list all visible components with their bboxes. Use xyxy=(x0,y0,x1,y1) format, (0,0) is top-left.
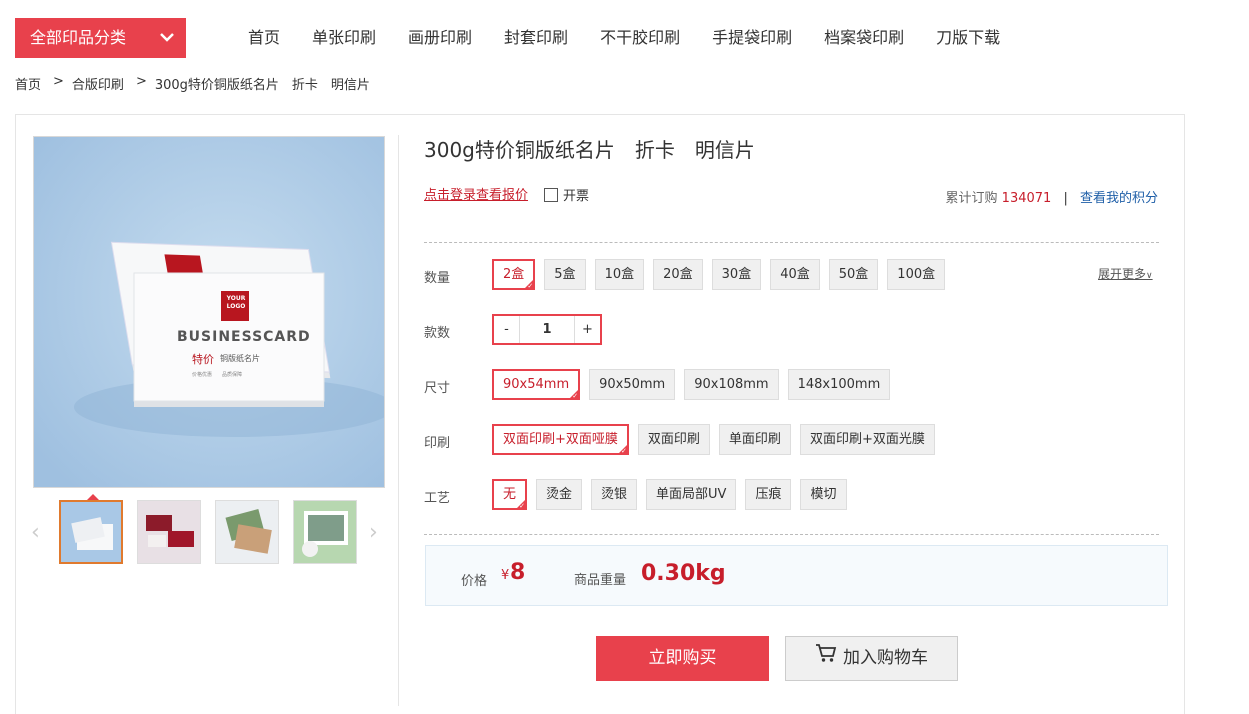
chevron-right-icon[interactable]: › xyxy=(369,520,378,545)
price-value: 8 xyxy=(510,560,526,585)
craft-option[interactable]: 烫金 xyxy=(536,479,583,510)
print-option[interactable]: 双面印刷+双面光膜 xyxy=(799,424,935,455)
craft-label: 工艺 xyxy=(424,491,451,506)
panel-divider xyxy=(398,135,399,706)
all-categories-label: 全部印品分类 xyxy=(30,28,127,47)
print-options: 双面印刷+双面哑膜 双面印刷 单面印刷 双面印刷+双面光膜 xyxy=(492,424,935,456)
all-categories-button[interactable]: 全部印品分类 xyxy=(15,18,186,58)
divider-top xyxy=(424,242,1159,243)
divider-bottom xyxy=(424,534,1159,535)
invoice-label: 开票 xyxy=(563,189,590,204)
main-nav: 首页 单张印刷 画册印刷 封套印刷 不干胶印刷 手提袋印刷 档案袋印刷 刀版下载 xyxy=(232,18,1016,58)
breadcrumb-separator: > xyxy=(53,74,64,89)
thumbnail-4[interactable] xyxy=(293,500,357,564)
decrement-button[interactable]: - xyxy=(494,316,520,343)
card-tagline: 特价 铜版纸名片 xyxy=(192,351,260,367)
weight-value: 0.30kg xyxy=(641,561,726,586)
card-logo-text: YOUR LOGO xyxy=(226,295,246,310)
size-label: 尺寸 xyxy=(424,381,451,396)
quantity-option[interactable]: 30盒 xyxy=(711,259,762,290)
quantity-option[interactable]: 2盒 xyxy=(492,259,536,291)
double-chevron-down-icon: ∨ xyxy=(1146,271,1153,281)
craft-option[interactable]: 烫银 xyxy=(591,479,638,510)
size-option[interactable]: 148x100mm xyxy=(787,369,891,400)
checkbox-icon[interactable] xyxy=(544,187,558,202)
craft-option[interactable]: 无 xyxy=(492,479,528,511)
card-foot-text: 价格优惠 品质保障 xyxy=(192,372,243,378)
chevron-left-icon[interactable]: ‹ xyxy=(31,520,40,545)
print-option[interactable]: 单面印刷 xyxy=(718,424,791,455)
count-label: 款数 xyxy=(424,326,451,341)
thumbnail-1[interactable] xyxy=(59,500,123,564)
craft-option[interactable]: 模切 xyxy=(800,479,847,510)
quantity-option[interactable]: 50盒 xyxy=(828,259,879,290)
card-tag-special: 特价 xyxy=(192,353,214,366)
quantity-label: 数量 xyxy=(424,271,451,286)
weight-label: 商品重量 xyxy=(574,573,627,588)
view-points-link[interactable]: 查看我的积分 xyxy=(1080,191,1158,206)
size-options: 90x54mm 90x50mm 90x108mm 148x100mm xyxy=(492,369,891,401)
cart-icon xyxy=(815,637,837,680)
count-stepper: - + xyxy=(492,314,602,345)
quantity-option[interactable]: 100盒 xyxy=(887,259,946,290)
nav-item-die-download[interactable]: 刀版下载 xyxy=(920,18,1016,58)
nav-item-file-bag[interactable]: 档案袋印刷 xyxy=(808,18,920,58)
orders-count: 134071 xyxy=(1001,191,1052,206)
chevron-down-icon xyxy=(160,18,174,42)
price-box xyxy=(425,545,1168,606)
product-title: 300g特价铜版纸名片 折卡 明信片 xyxy=(424,138,755,162)
size-option[interactable]: 90x54mm xyxy=(492,369,581,401)
print-option[interactable]: 双面印刷+双面哑膜 xyxy=(492,424,629,456)
craft-option[interactable]: 压痕 xyxy=(745,479,792,510)
nav-item-envelope[interactable]: 封套印刷 xyxy=(488,18,584,58)
size-option[interactable]: 90x50mm xyxy=(589,369,676,400)
breadcrumb-category[interactable]: 合版印刷 xyxy=(72,74,124,93)
card-tag-paper: 铜版纸名片 xyxy=(220,354,260,363)
print-option[interactable]: 双面印刷 xyxy=(637,424,710,455)
nav-item-handbag[interactable]: 手提袋印刷 xyxy=(696,18,808,58)
count-input[interactable] xyxy=(520,316,574,343)
quantity-option[interactable]: 20盒 xyxy=(653,259,703,290)
orders-separator: | xyxy=(1063,191,1068,206)
price-currency: ¥ xyxy=(501,568,510,583)
nav-item-sticker[interactable]: 不干胶印刷 xyxy=(584,18,696,58)
expand-more-label: 展开更多 xyxy=(1098,267,1147,281)
quantity-option[interactable]: 40盒 xyxy=(770,259,820,290)
breadcrumb-current: 300g特价铜版纸名片 折卡 明信片 xyxy=(154,78,370,93)
nav-item-single-sheet[interactable]: 单张印刷 xyxy=(296,18,392,58)
thumbnail-3[interactable] xyxy=(215,500,279,564)
quantity-option[interactable]: 5盒 xyxy=(544,259,586,290)
price-label: 价格 xyxy=(461,574,488,589)
print-label: 印刷 xyxy=(424,436,451,451)
orders-label: 累计订购 xyxy=(945,191,998,206)
invoice-checkbox[interactable]: 开票 xyxy=(544,185,589,204)
product-main-image: YOUR LOGO BUSINESSCARD 特价 铜版纸名片 价格优惠 品质保… xyxy=(33,136,385,488)
buy-now-button[interactable]: 立即购买 xyxy=(596,636,769,681)
nav-item-home[interactable]: 首页 xyxy=(232,18,296,58)
increment-button[interactable]: + xyxy=(574,316,600,343)
order-stats: 累计订购 134071 | 查看我的积分 xyxy=(946,187,1158,206)
nav-item-brochure[interactable]: 画册印刷 xyxy=(392,18,488,58)
add-to-cart-button[interactable]: 加入购物车 xyxy=(785,636,958,681)
craft-option[interactable]: 单面局部UV xyxy=(646,479,737,510)
quantity-option[interactable]: 10盒 xyxy=(594,259,645,290)
breadcrumb-home[interactable]: 首页 xyxy=(15,74,41,93)
size-option[interactable]: 90x108mm xyxy=(684,369,779,400)
craft-options: 无 烫金 烫银 单面局部UV 压痕 模切 xyxy=(492,479,847,511)
login-to-view-price-link[interactable]: 点击登录查看报价 xyxy=(424,184,528,203)
add-to-cart-label: 加入购物车 xyxy=(843,648,928,668)
expand-more-link[interactable]: 展开更多∨ xyxy=(1098,265,1153,282)
thumbnail-2[interactable] xyxy=(137,500,201,564)
thumbnail-strip: ‹ › xyxy=(31,494,385,566)
card-brand-text: BUSINESSCARD xyxy=(177,329,311,345)
breadcrumb-separator: > xyxy=(135,74,147,89)
quantity-options: 2盒 5盒 10盒 20盒 30盒 40盒 50盒 100盒 xyxy=(492,259,946,291)
breadcrumb: 首页 > 合版印刷 > 300g特价铜版纸名片 折卡 明信片 xyxy=(15,74,376,93)
